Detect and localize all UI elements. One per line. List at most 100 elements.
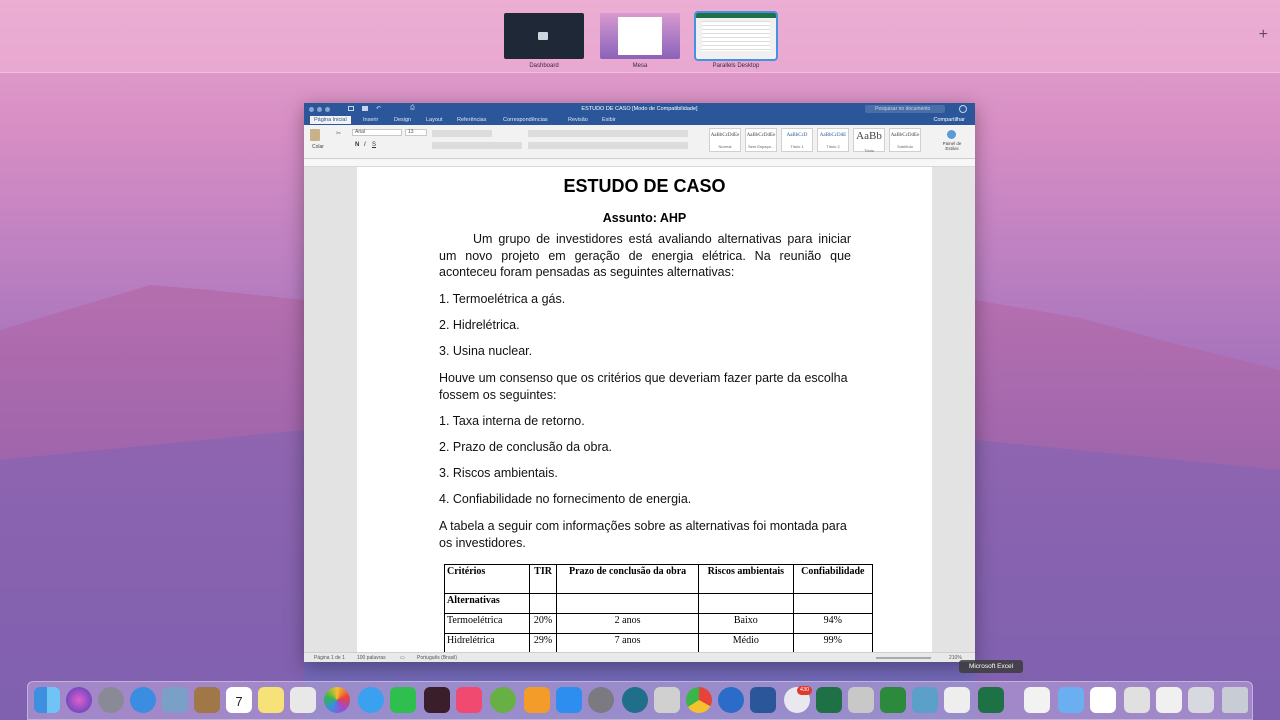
launchpad-icon[interactable] [98, 687, 124, 713]
microsoft-excel-icon[interactable] [978, 687, 1004, 713]
share-button[interactable]: Compartilhar [934, 117, 965, 123]
paragraph-tools[interactable] [528, 130, 688, 137]
font-name-select[interactable]: Arial [352, 129, 402, 136]
ribbon-tabs: Página Inicial Inserir Design Layout Ref… [304, 115, 975, 125]
r-icon[interactable] [718, 687, 744, 713]
style-heading-1[interactable]: AaBbCcD Título 1 [781, 128, 813, 152]
space-mesa[interactable]: Mesa [600, 13, 680, 69]
utility-icon[interactable] [654, 687, 680, 713]
tab-design[interactable]: Design [394, 117, 411, 123]
table-cell: Alternativas [444, 593, 530, 614]
tab-mailings[interactable]: Correspondências [503, 117, 548, 123]
proofing-icon[interactable]: ▭ [400, 655, 405, 661]
photo-booth-icon[interactable] [424, 687, 450, 713]
table-cell: Baixo [698, 613, 794, 634]
chrome-icon[interactable] [686, 687, 712, 713]
document-icon[interactable] [1024, 687, 1050, 713]
styles-pane-icon[interactable] [947, 130, 956, 139]
style-title[interactable]: AaBb Título [853, 128, 885, 153]
user-account-icon[interactable] [959, 105, 967, 113]
style-no-spacing[interactable]: AaBbCcDdEe Sem Espaça... [745, 128, 777, 152]
recent-stack-icon[interactable] [1156, 687, 1182, 713]
safari-icon[interactable] [130, 687, 156, 713]
mission-control-bar: Dashboard Mesa Parallels Desktop + [0, 0, 1280, 73]
cut-icon[interactable]: ✂ [336, 130, 341, 137]
style-subtitle[interactable]: AaBbCcDdEe Subtítulo [889, 128, 921, 152]
style-heading-2[interactable]: AaBbCcDdE Título 2 [817, 128, 849, 152]
notes-icon[interactable] [258, 687, 284, 713]
ruler[interactable] [304, 159, 975, 167]
itunes-icon[interactable] [456, 687, 482, 713]
finder-icon[interactable] [34, 687, 60, 713]
alternative-item: 3. Usina nuclear. [439, 344, 533, 358]
zoom-slider[interactable] [876, 657, 931, 659]
word-window: ↶ ⎙ ESTUDO DE CASO [Modo de Compatibilid… [304, 103, 975, 662]
font-color-tools[interactable] [432, 142, 522, 149]
italic-button[interactable]: I [364, 142, 366, 148]
language-status: Português (Brasil) [417, 655, 458, 661]
photos-icon[interactable] [324, 687, 350, 713]
parallels-windows-icon[interactable] [848, 687, 874, 713]
camtasia-icon[interactable] [880, 687, 906, 713]
ibooks-icon[interactable] [524, 687, 550, 713]
space-dashboard[interactable]: Dashboard [504, 13, 584, 69]
messages-icon[interactable] [358, 687, 384, 713]
font-tools[interactable] [432, 130, 492, 137]
mail-badge: 430 [797, 686, 812, 695]
alignment-tools[interactable] [528, 142, 688, 149]
app-store-icon[interactable] [556, 687, 582, 713]
system-preferences-icon[interactable] [588, 687, 614, 713]
space-thumbnail [694, 11, 778, 61]
tab-layout[interactable]: Layout [426, 117, 443, 123]
applications-folder-icon[interactable] [1058, 687, 1084, 713]
tab-view[interactable]: Exibir [602, 117, 616, 123]
space-label: Parallels Desktop [712, 63, 760, 69]
maps-icon[interactable] [290, 687, 316, 713]
table-header-row: Critérios TIR Prazo de conclusão da obra… [444, 564, 874, 594]
table-header-cell: Confiabilidade [792, 564, 874, 594]
table-row: Hidrelétrica 29% 7 anos Médio 99% [444, 633, 874, 652]
find-my-icon[interactable] [490, 687, 516, 713]
tab-references[interactable]: Referências [457, 117, 486, 123]
style-sample: AaBbCcDdEe [890, 133, 920, 138]
facetime-icon[interactable] [390, 687, 416, 713]
style-name: Sem Espaça... [747, 144, 774, 149]
trash-icon[interactable] [1222, 687, 1248, 713]
word-icon[interactable] [750, 687, 776, 713]
table-header-cell: TIR [528, 564, 558, 594]
calendar-icon[interactable]: 7 [226, 687, 252, 713]
preview-icon[interactable] [162, 687, 188, 713]
style-name: Título [863, 148, 874, 153]
style-normal[interactable]: AaBbCcDdEe Normal [709, 128, 741, 152]
intro-paragraph: Um grupo de investidores está avaliando … [439, 232, 851, 279]
tab-insert[interactable]: Inserir [363, 117, 378, 123]
space-thumbnail [600, 13, 680, 59]
space-label: Dashboard [529, 63, 559, 69]
criteria-item: 3. Riscos ambientais. [439, 466, 558, 480]
add-space-button[interactable]: + [1259, 26, 1268, 44]
contacts-icon[interactable] [194, 687, 220, 713]
tab-home[interactable]: Página Inicial [310, 116, 351, 124]
document-page[interactable]: ESTUDO DE CASO Assunto: AHP Um grupo de … [357, 167, 932, 652]
screenshot-stack-icon[interactable] [1188, 687, 1214, 713]
bold-button[interactable]: N [355, 142, 359, 148]
stack-icon[interactable] [1124, 687, 1150, 713]
tab-review[interactable]: Revisão [568, 117, 588, 123]
table-cell: Hidrelétrica [444, 633, 530, 652]
underline-button[interactable]: S [372, 142, 376, 148]
excel-icon[interactable] [816, 687, 842, 713]
styles-pane-label[interactable]: Painel de Estilos [940, 141, 964, 151]
page-count: Página 1 de 1 [314, 655, 345, 661]
window-preview-icon[interactable] [944, 687, 970, 713]
table-header-cell: Riscos ambientais [698, 564, 794, 594]
space-parallels-desktop[interactable]: Parallels Desktop [694, 11, 778, 69]
ccleaner-icon[interactable] [622, 687, 648, 713]
table-intro-paragraph: A tabela a seguir com informações sobre … [439, 519, 847, 550]
search-document-input[interactable]: Pesquisar no documento [865, 105, 945, 113]
monitor-icon[interactable] [912, 687, 938, 713]
paste-label: Colar [312, 144, 324, 150]
font-size-select[interactable]: 13 [405, 129, 427, 136]
siri-icon[interactable] [66, 687, 92, 713]
paste-icon[interactable] [310, 129, 320, 141]
downloads-stack-icon[interactable] [1090, 687, 1116, 713]
